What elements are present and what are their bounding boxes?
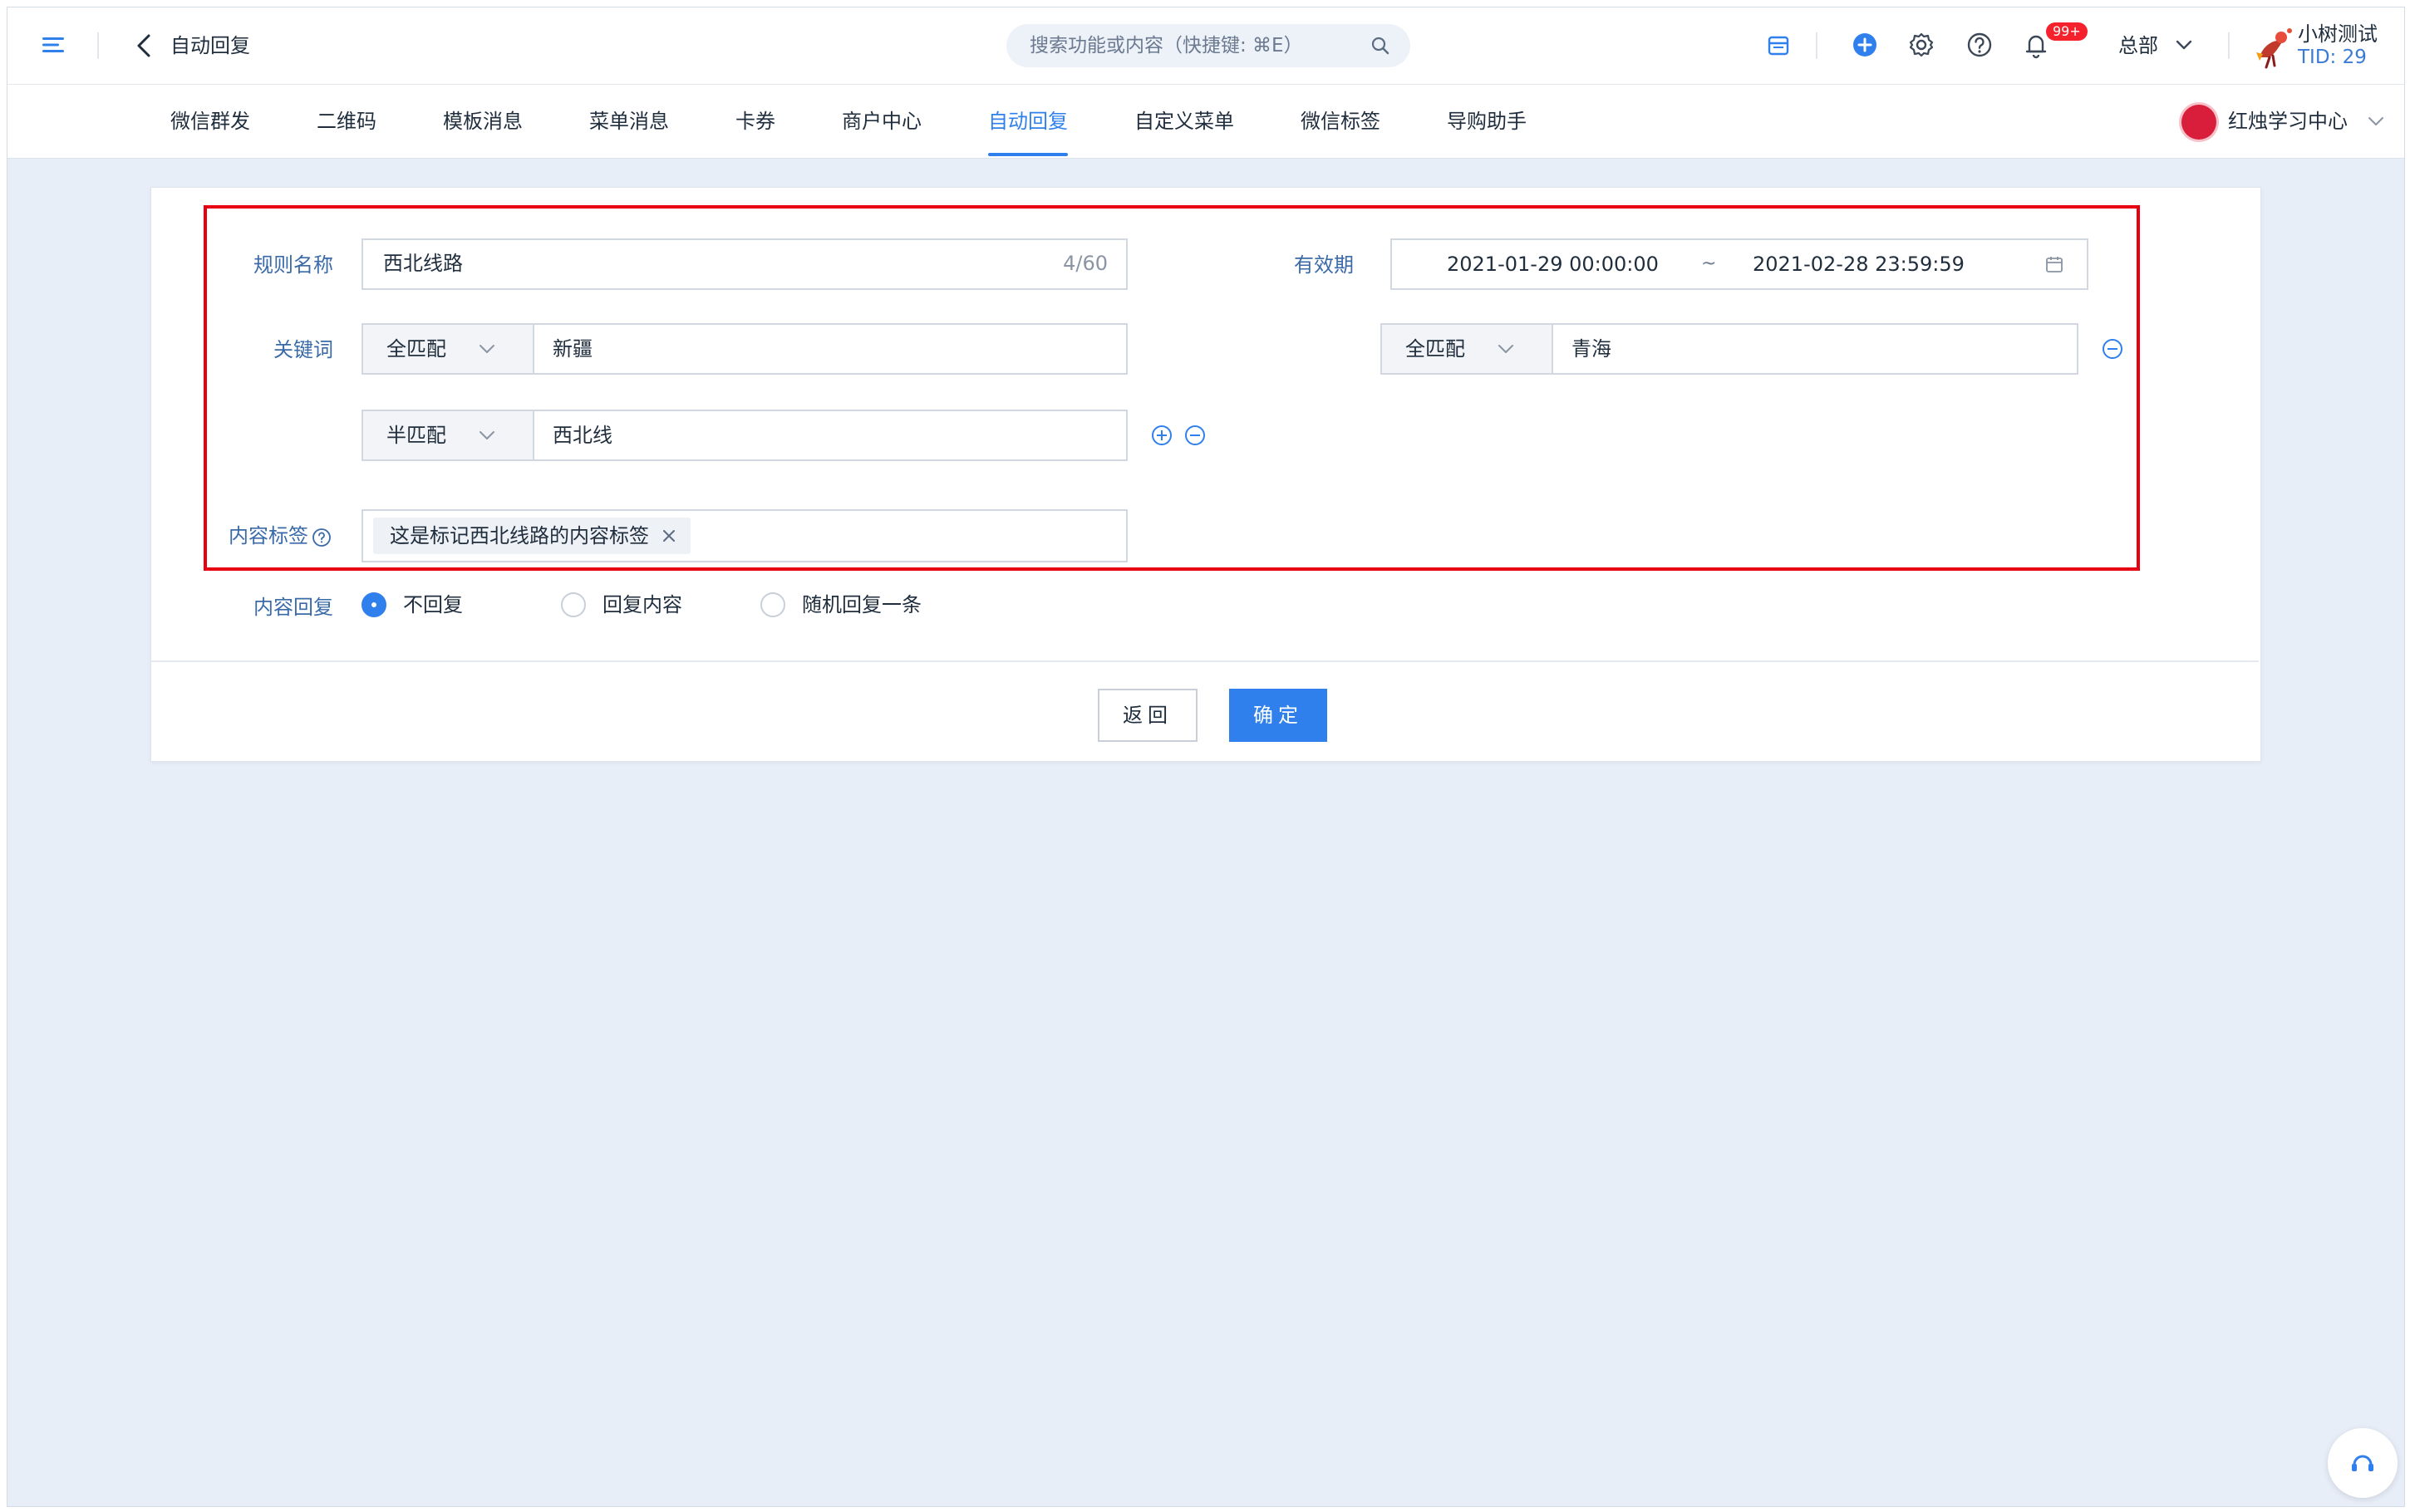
chevron-down-icon[interactable] — [2173, 34, 2195, 56]
validity-label: 有效期 — [1294, 253, 1354, 277]
page-title: 自动回复 — [170, 34, 250, 57]
search-icon[interactable] — [1370, 36, 1390, 56]
tab-custom-menu[interactable]: 自定义菜单 — [1134, 85, 1234, 158]
keyword-label: 关键词 — [273, 338, 333, 361]
remove-keyword-icon[interactable] — [1184, 425, 1206, 446]
menu-icon[interactable] — [41, 32, 66, 57]
keyword-input[interactable]: 西北线 — [553, 411, 612, 459]
user-name[interactable]: 小树测试 — [2298, 22, 2378, 46]
avatar[interactable] — [2251, 24, 2294, 71]
confirm-button[interactable]: 确定 — [1229, 689, 1327, 742]
radio-dot[interactable] — [362, 592, 386, 617]
date-separator: ~ — [1701, 253, 1717, 274]
headset-icon — [2352, 1455, 2373, 1471]
tab-template-message[interactable]: 模板消息 — [443, 85, 523, 158]
match-type-select[interactable]: 全匹配 — [363, 325, 534, 373]
char-counter: 4/60 — [1063, 252, 1108, 275]
radio-label: 随机回复一条 — [802, 593, 922, 616]
help-icon[interactable] — [1964, 29, 1995, 61]
tab-shopping-guide[interactable]: 导购助手 — [1447, 85, 1527, 158]
search-input[interactable]: 搜索功能或内容（快捷键: ⌘E） — [1006, 24, 1410, 67]
org-selector[interactable]: 红烛学习中心 — [2228, 105, 2348, 138]
question-icon[interactable] — [312, 528, 332, 547]
chevron-down-icon — [480, 431, 494, 439]
chevron-down-icon[interactable] — [2366, 111, 2386, 131]
tab-wechat-tags[interactable]: 微信标签 — [1301, 85, 1380, 158]
rule-name-label: 规则名称 — [253, 253, 333, 277]
rule-name-value: 西北线路 — [383, 252, 463, 275]
content-tag-input[interactable]: 这是标记西北线路的内容标签 — [362, 509, 1128, 562]
tab-coupon[interactable]: 卡券 — [735, 85, 775, 158]
match-type-select[interactable]: 半匹配 — [363, 411, 534, 459]
validity-date-range[interactable]: 2021-01-29 00:00:00 ~ 2021-02-28 23:59:5… — [1390, 238, 2088, 290]
calendar-icon[interactable] — [2045, 255, 2063, 273]
rule-name-input[interactable]: 西北线路 4/60 — [362, 238, 1128, 290]
gear-icon[interactable] — [1906, 29, 1937, 61]
divider — [2228, 32, 2230, 59]
user-tid: TID: 29 — [2298, 47, 2367, 68]
form-divider — [151, 660, 2259, 662]
app-window: 自动回复 搜索功能或内容（快捷键: ⌘E） 99+ 总部 小树测试 TID: 2… — [7, 7, 2405, 1507]
store-icon[interactable] — [1763, 29, 1794, 61]
validity-start: 2021-01-29 00:00:00 — [1447, 253, 1659, 276]
keyword-input[interactable]: 青海 — [1571, 325, 1611, 373]
chevron-down-icon — [480, 345, 494, 353]
radio-label: 回复内容 — [602, 593, 682, 616]
add-icon[interactable] — [1849, 29, 1881, 61]
back-icon[interactable] — [132, 31, 157, 61]
org-logo — [2181, 105, 2216, 140]
match-type-value: 半匹配 — [386, 424, 446, 447]
chevron-down-icon — [1498, 345, 1513, 353]
search-placeholder: 搜索功能或内容（快捷键: ⌘E） — [1030, 35, 1303, 56]
content-tag-chip: 这是标记西北线路的内容标签 — [373, 518, 691, 554]
keyword-row: 全匹配 青海 — [1380, 323, 2078, 375]
match-type-value: 全匹配 — [386, 337, 446, 361]
tab-merchant-center[interactable]: 商户中心 — [842, 85, 922, 158]
keyword-input[interactable]: 新疆 — [553, 325, 593, 373]
top-bar: 自动回复 搜索功能或内容（快捷键: ⌘E） 99+ 总部 小树测试 TID: 2… — [7, 7, 2404, 85]
add-keyword-icon[interactable] — [1151, 425, 1173, 446]
keyword-row: 全匹配 新疆 — [362, 323, 1128, 375]
keyword-row: 半匹配 西北线 — [362, 410, 1128, 461]
divider — [97, 32, 99, 59]
support-button[interactable] — [2328, 1428, 2398, 1498]
back-button[interactable]: 返回 — [1098, 689, 1198, 742]
tab-auto-reply[interactable]: 自动回复 — [988, 85, 1068, 158]
remove-keyword-icon[interactable] — [2102, 338, 2123, 360]
match-type-value: 全匹配 — [1405, 337, 1465, 361]
validity-end: 2021-02-28 23:59:59 — [1753, 253, 1965, 276]
module-nav: 微信群发 二维码 模板消息 菜单消息 卡券 商户中心 自动回复 自定义菜单 微信… — [7, 85, 2404, 159]
match-type-select[interactable]: 全匹配 — [1382, 325, 1553, 373]
tab-wechat-broadcast[interactable]: 微信群发 — [170, 85, 250, 158]
tab-menu-message[interactable]: 菜单消息 — [589, 85, 669, 158]
radio-dot[interactable] — [561, 592, 586, 617]
department-selector[interactable]: 总部 — [2118, 31, 2158, 61]
content-reply-label: 内容回复 — [253, 596, 333, 619]
radio-dot[interactable] — [760, 592, 785, 617]
tab-qrcode[interactable]: 二维码 — [317, 85, 376, 158]
radio-label: 不回复 — [403, 593, 463, 616]
content-tag-label: 内容标签 — [229, 524, 308, 547]
divider — [1816, 32, 1817, 59]
close-icon[interactable] — [661, 528, 677, 544]
notification-badge: 99+ — [2046, 22, 2088, 41]
content-tag-text: 这是标记西北线路的内容标签 — [390, 524, 649, 547]
